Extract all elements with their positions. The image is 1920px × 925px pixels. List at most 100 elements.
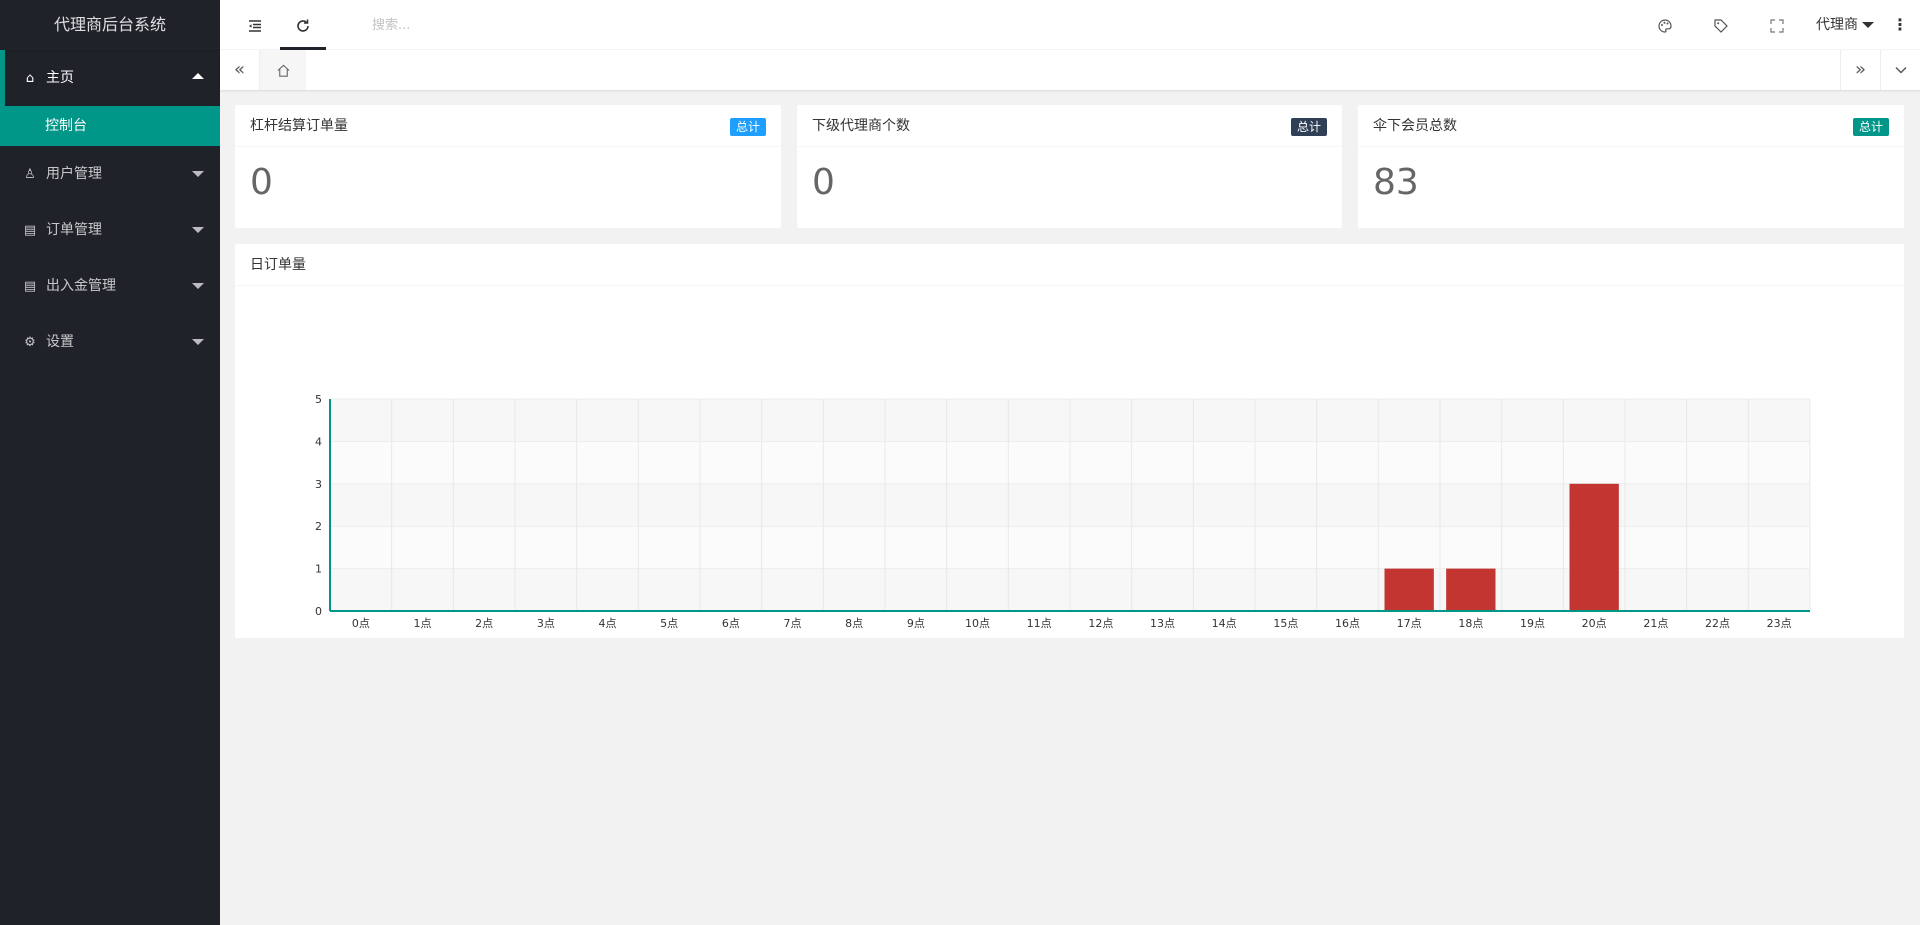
note-button[interactable] [1698,0,1744,50]
caret-down-icon [192,227,204,233]
x-tick-label: 19点 [1520,617,1545,630]
x-tick-label: 12点 [1088,617,1113,630]
total-badge: 总计 [1852,118,1889,136]
nav-item-orders[interactable]: ▤ 订单管理 [0,202,220,258]
x-tick-label: 15点 [1273,617,1298,630]
x-tick-label: 22点 [1705,617,1730,630]
card-value: 83 [1373,162,1419,203]
x-tick-label: 4点 [599,617,617,630]
theme-button[interactable] [1642,0,1688,50]
x-tick-label: 17点 [1397,617,1422,630]
tabs-menu-button[interactable] [1880,50,1920,90]
card-header: 杠杆结算订单量 总计 [235,105,781,147]
x-tick-label: 3点 [537,617,555,630]
caret-down-icon [192,283,204,289]
x-tick-label: 10点 [965,617,990,630]
x-tick-label: 7点 [784,617,802,630]
nav-label-users: 用户管理 [46,166,102,182]
tabs-scroll-right-button[interactable]: » [1840,50,1880,90]
x-tick-label: 9点 [907,617,925,630]
double-chevron-left-icon: « [233,59,245,80]
app-title: 代理商后台系统 [0,0,220,50]
nav-subitem-console[interactable]: 控制台 [0,106,220,146]
refresh-icon [297,19,309,32]
x-tick-label: 23点 [1767,617,1792,630]
x-tick-label: 2点 [475,617,493,630]
total-badge: 总计 [1290,118,1327,136]
x-tick-label: 11点 [1027,617,1052,630]
user-name: 代理商 [1816,17,1858,33]
menu-fold-icon [249,19,261,32]
stat-card-members: 伞下会员总数 总计 83 [1358,105,1904,228]
user-menu[interactable]: 代理商 [1816,0,1874,50]
more-button[interactable]: ⋮ [1880,0,1920,50]
x-tick-label: 8点 [845,617,863,630]
x-tick-label: 21点 [1643,617,1668,630]
user-icon: ♙ [24,167,36,182]
card-value: 0 [250,162,273,203]
nav-label-settings: 设置 [46,334,74,350]
order-icon: ▤ [23,223,37,238]
total-badge: 总计 [729,118,766,136]
gear-icon: ⚙ [24,335,36,350]
card-title: 杠杆结算订单量 [250,118,348,134]
home-icon [276,64,290,77]
toggle-sidebar-button[interactable] [232,0,278,50]
tab-home[interactable] [260,50,306,90]
caret-down-icon [192,171,204,177]
fullscreen-icon [1770,18,1784,33]
y-tick-label: 1 [315,563,322,576]
card-header: 下级代理商个数 总计 [797,105,1342,147]
palette-icon [1658,18,1672,33]
stat-card-sub-agents: 下级代理商个数 总计 0 [797,105,1342,228]
x-tick-label: 14点 [1212,617,1237,630]
card-header: 日订单量 [235,244,1904,286]
bar [1446,568,1496,611]
chevron-down-icon [1895,67,1906,74]
card-title: 伞下会员总数 [1373,118,1457,134]
refresh-button[interactable] [280,0,326,50]
y-tick-label: 3 [315,478,322,491]
nav-label-funds: 出入金管理 [46,278,116,294]
x-tick-label: 18点 [1458,617,1483,630]
caret-down-icon [192,339,204,345]
nav-item-settings[interactable]: ⚙ 设置 [0,314,220,370]
top-header: 代理商 ⋮ [220,0,1920,50]
page-tabs-bar: « » [220,50,1920,90]
tag-icon [1714,18,1728,33]
nav-label-orders: 订单管理 [46,222,102,238]
money-icon: ▤ [23,279,37,294]
stat-card-leverage-orders: 杠杆结算订单量 总计 0 [235,105,781,228]
card-header: 伞下会员总数 总计 [1358,105,1904,147]
bar [1384,568,1434,611]
y-tick-label: 0 [315,605,322,618]
y-tick-label: 4 [315,435,322,448]
x-tick-label: 16点 [1335,617,1360,630]
more-vertical-icon: ⋮ [1892,15,1908,34]
nav-item-users[interactable]: ♙ 用户管理 [0,146,220,202]
sidebar: 代理商后台系统 ⌂ 主页 控制台 ♙ 用户管理 ▤ 订单管理 ▤ 出入金管理 ⚙ 设置 [0,0,220,925]
caret-up-icon [192,73,204,79]
y-tick-label: 2 [315,520,322,533]
daily-orders-card: 日订单量 0 1 2 3 4 5 0点 1点 2点 3点 4点 5点 6点 7点 8点 9点 10点 11点 12点… [235,244,1904,638]
x-tick-label: 5点 [660,617,678,630]
chart-title: 日订单量 [250,257,306,273]
x-tick-label: 0点 [352,617,370,630]
tabs-scroll-left-button[interactable]: « [220,50,260,90]
nav-label-home: 主页 [46,70,74,86]
nav-item-funds[interactable]: ▤ 出入金管理 [0,258,220,314]
x-tick-label: 20点 [1582,617,1607,630]
x-tick-label: 6点 [722,617,740,630]
x-tick-label: 1点 [414,617,432,630]
side-nav: ⌂ 主页 控制台 ♙ 用户管理 ▤ 订单管理 ▤ 出入金管理 ⚙ 设置 [0,50,220,370]
search-input[interactable] [372,13,572,37]
bar [1569,483,1619,611]
card-value: 0 [812,162,835,203]
x-tick-label: 13点 [1150,617,1175,630]
daily-orders-chart: 0 1 2 3 4 5 0点 1点 2点 3点 4点 5点 6点 7点 8点 9点 10点 11点 12点 13点 14… [315,393,1811,630]
card-title: 下级代理商个数 [812,118,910,134]
y-tick-label: 5 [315,393,322,406]
fullscreen-button[interactable] [1754,0,1800,50]
caret-down-icon [1862,22,1874,28]
nav-item-home[interactable]: ⌂ 主页 [0,50,220,106]
